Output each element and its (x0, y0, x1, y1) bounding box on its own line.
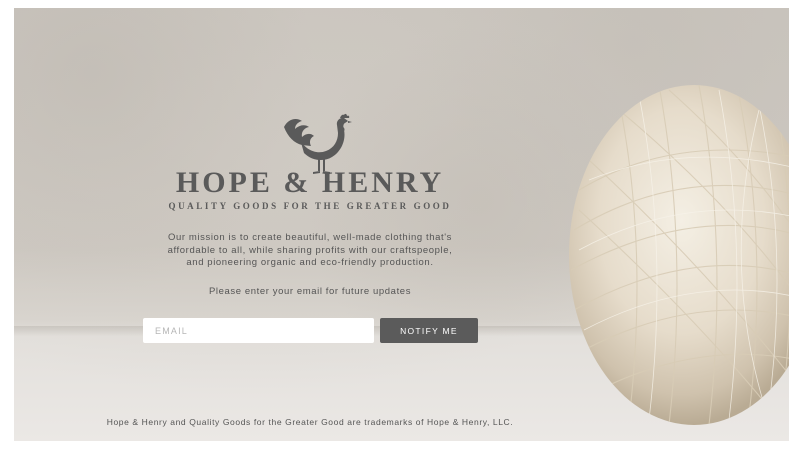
brand-name: HOPE & HENRY (175, 166, 445, 199)
trademark-footer: Hope & Henry and Quality Goods for the G… (106, 417, 514, 427)
mission-statement: Our mission is to create beautiful, well… (130, 232, 490, 270)
mission-line: and pioneering organic and eco-friendly … (186, 257, 434, 268)
hero-background: HOPE & HENRY QUALITY GOODS FOR THE GREAT… (14, 8, 789, 441)
mission-line: affordable to all, while sharing profits… (167, 244, 453, 256)
email-input[interactable] (143, 318, 374, 343)
email-prompt: Please enter your email for future updat… (208, 286, 412, 297)
brand-tagline: QUALITY GOODS FOR THE GREATER GOOD (168, 201, 452, 211)
notify-me-button[interactable]: NOTIFY ME (380, 318, 478, 343)
yarn-ball-image (569, 85, 789, 425)
mission-line: Our mission is to create beautiful, well… (168, 232, 452, 243)
